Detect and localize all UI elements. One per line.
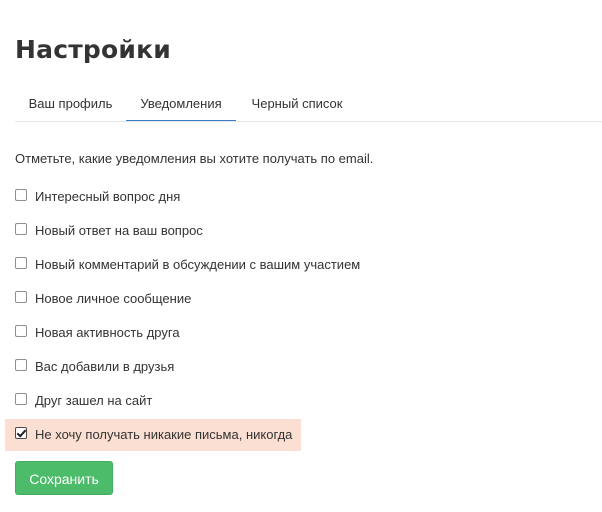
tab-notifications[interactable]: Уведомления [126, 90, 236, 121]
option-label: Друг зашел на сайт [35, 392, 153, 408]
option-label: Вас добавили в друзья [35, 358, 175, 374]
settings-page: Настройки Ваш профиль Уведомления Черный… [0, 0, 602, 512]
checkbox-no-emails[interactable] [15, 427, 27, 439]
option-new-answer[interactable]: Новый ответ на ваш вопрос [15, 220, 203, 240]
option-label: Новая активность друга [35, 324, 180, 340]
checkbox-new-comment[interactable] [15, 257, 27, 269]
checkbox-private-message[interactable] [15, 291, 27, 303]
notifications-description: Отметьте, какие уведомления вы хотите по… [15, 151, 374, 166]
option-new-comment[interactable]: Новый комментарий в обсуждении с вашим у… [15, 254, 360, 274]
settings-tabs: Ваш профиль Уведомления Черный список [15, 90, 602, 122]
save-button[interactable]: Сохранить [15, 461, 113, 495]
tab-blacklist[interactable]: Черный список [236, 90, 358, 120]
option-label: Новый комментарий в обсуждении с вашим у… [35, 256, 361, 272]
option-label: Не хочу получать никакие письма, никогда [35, 426, 293, 442]
option-question-of-day[interactable]: Интересный вопрос дня [15, 186, 180, 206]
option-no-emails[interactable]: Не хочу получать никакие письма, никогда [15, 424, 292, 444]
checkbox-friend-online[interactable] [15, 393, 27, 405]
checkbox-friend-activity[interactable] [15, 325, 27, 337]
option-friend-activity[interactable]: Новая активность друга [15, 322, 180, 342]
checkbox-added-to-friends[interactable] [15, 359, 27, 371]
option-label: Интересный вопрос дня [35, 188, 181, 204]
page-title: Настройки [15, 35, 171, 64]
tab-profile[interactable]: Ваш профиль [15, 90, 126, 120]
checkbox-new-answer[interactable] [15, 223, 27, 235]
option-friend-online[interactable]: Друг зашел на сайт [15, 390, 152, 410]
option-label: Новое личное сообщение [35, 290, 192, 306]
option-added-to-friends[interactable]: Вас добавили в друзья [15, 356, 174, 376]
option-label: Новый ответ на ваш вопрос [35, 222, 203, 238]
checkbox-question-of-day[interactable] [15, 189, 27, 201]
option-private-message[interactable]: Новое личное сообщение [15, 288, 191, 308]
